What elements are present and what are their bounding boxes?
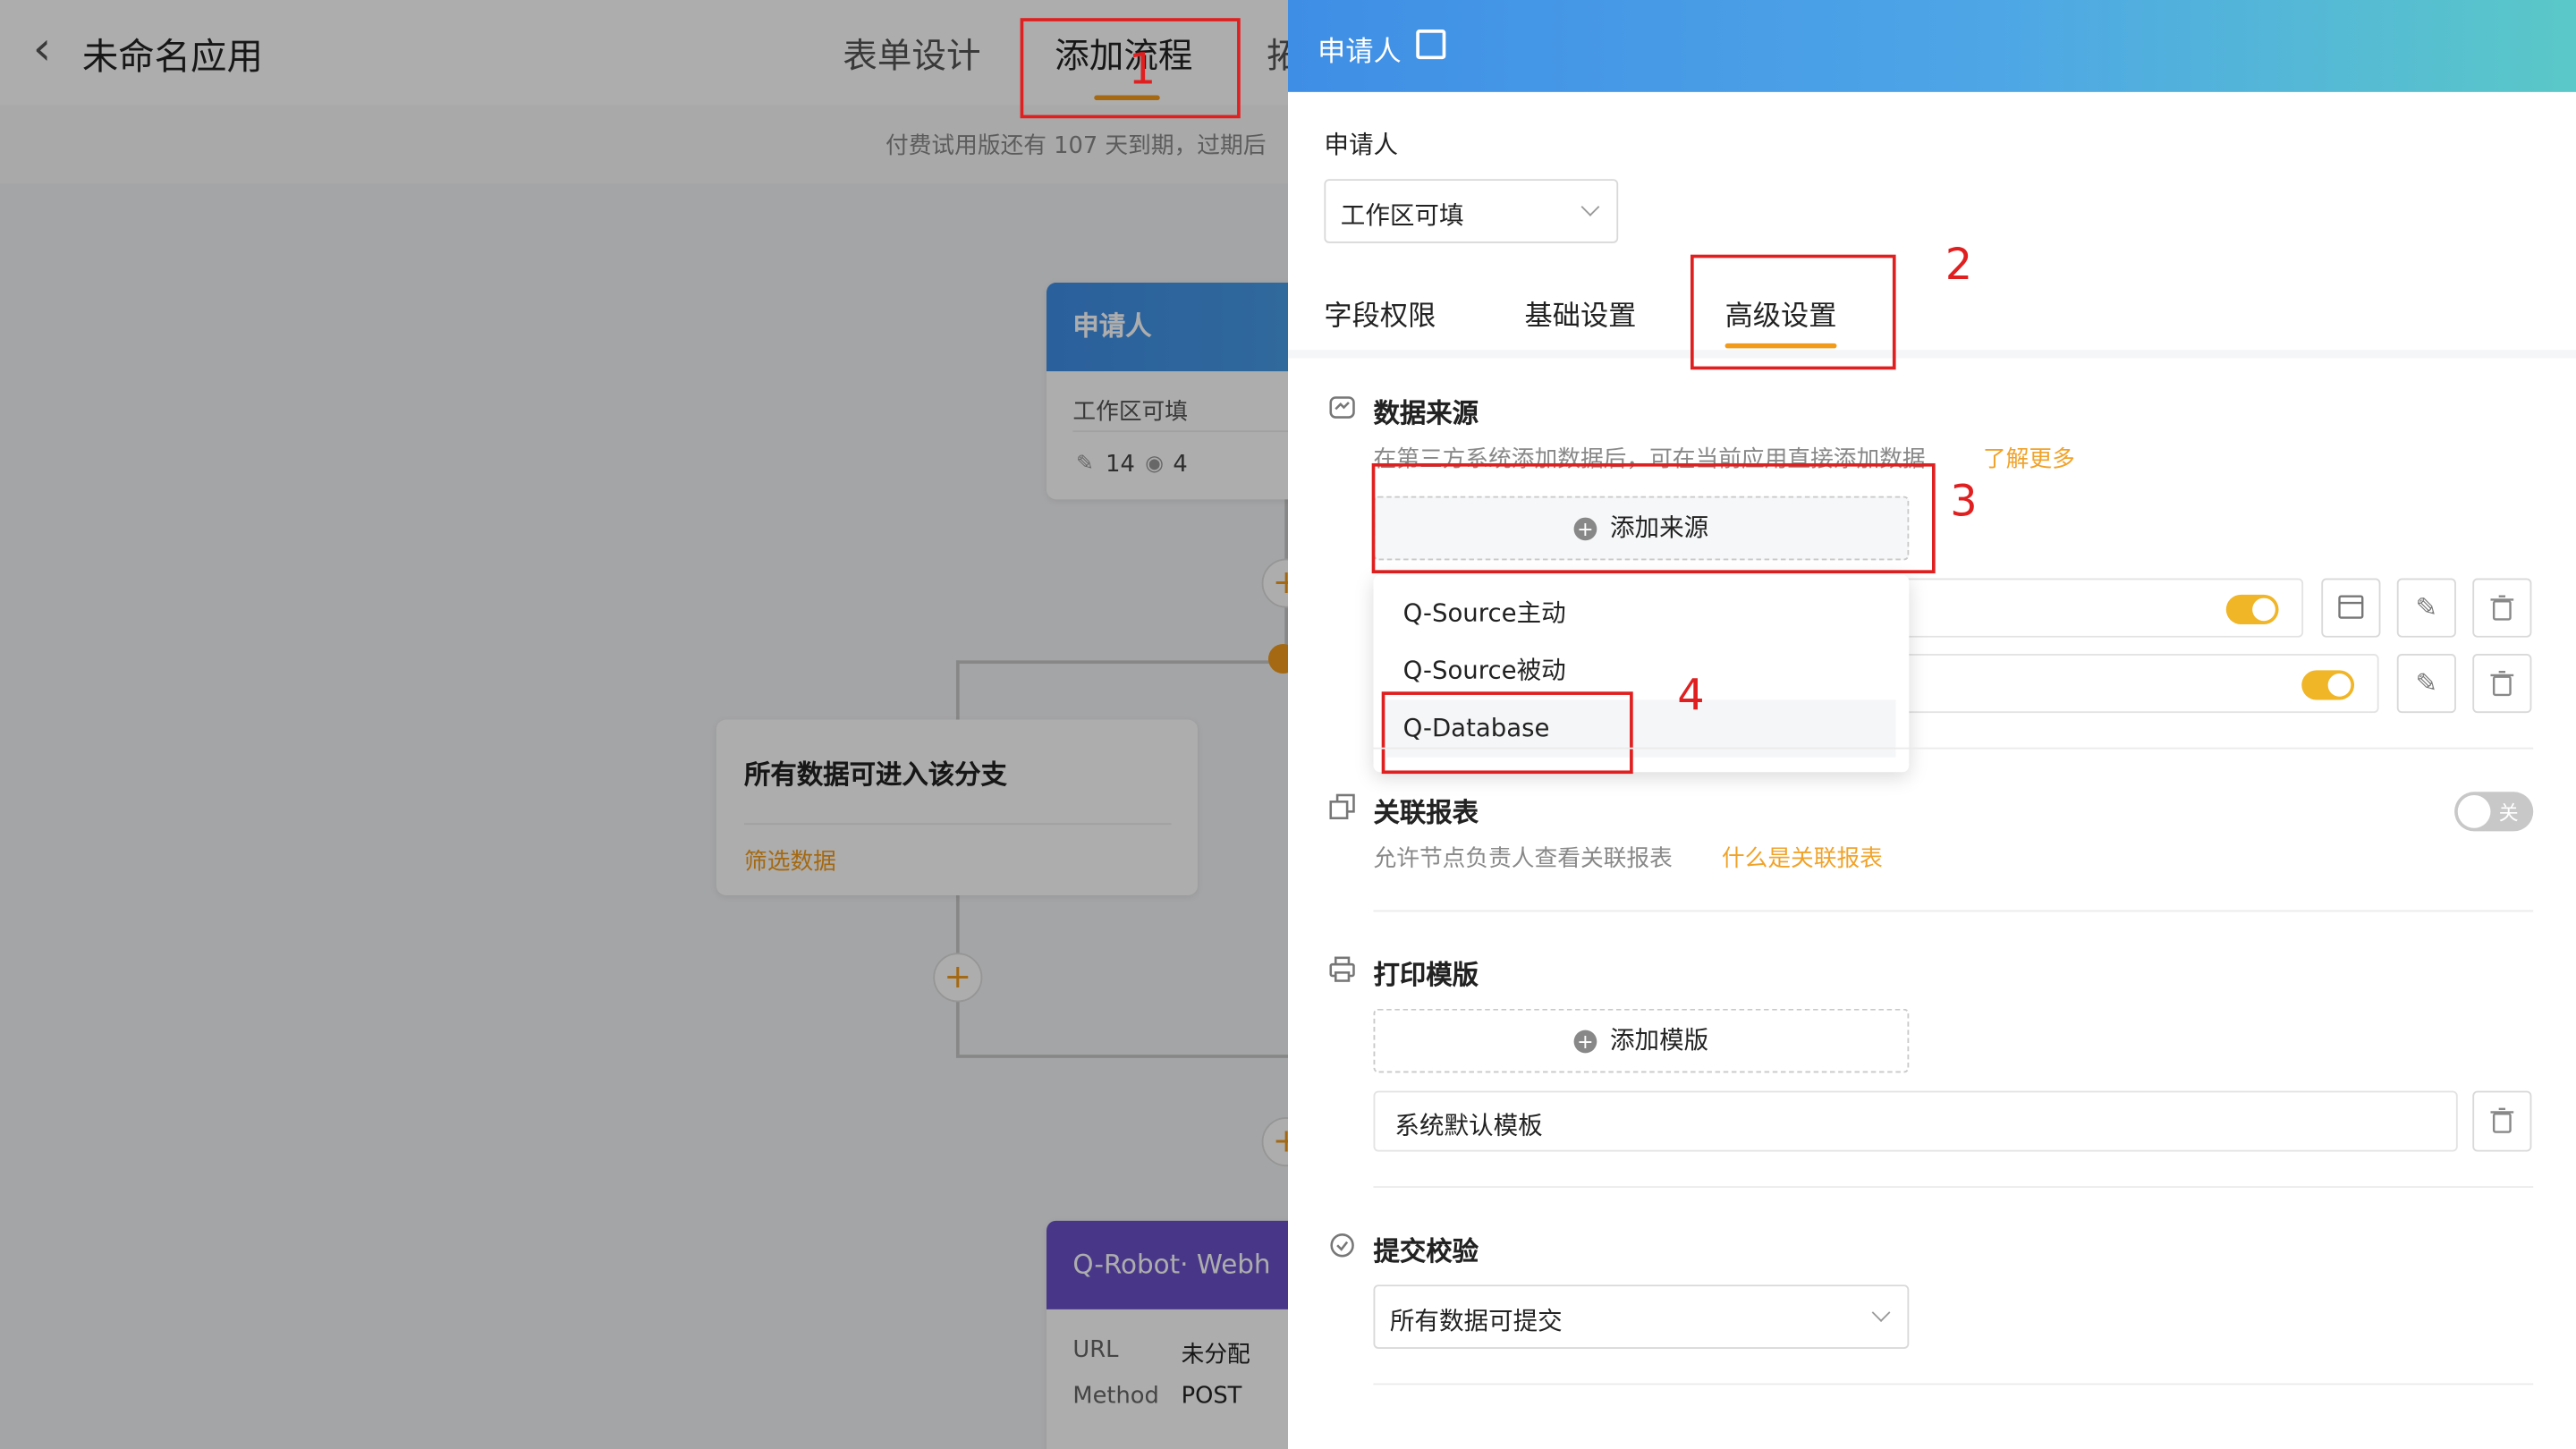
- learn-more-link[interactable]: 了解更多: [1983, 442, 2075, 475]
- source-row-2-toggle[interactable]: [2301, 670, 2355, 700]
- data-source-icon: [1329, 396, 1355, 419]
- related-report-icon: [1329, 793, 1355, 819]
- annotation-box-2: [1690, 254, 1896, 370]
- window-icon: [2338, 595, 2364, 619]
- source-row-1-edit-button[interactable]: ✎: [2396, 578, 2456, 638]
- plus-circle-icon: +: [1573, 1029, 1597, 1053]
- modal-overlay[interactable]: [0, 0, 1289, 1449]
- submit-check-select[interactable]: 所有数据可提交: [1373, 1284, 1910, 1349]
- toggle-off-label: 关: [2498, 801, 2519, 826]
- section-divider: [1373, 910, 2534, 912]
- source-row-1-window-button[interactable]: [2321, 578, 2381, 638]
- drawer-header: 申请人: [1288, 0, 2576, 92]
- edit-icon: ✎: [2415, 666, 2438, 699]
- annotation-number-2: 2: [1945, 242, 1973, 292]
- default-template-row[interactable]: 系统默认模板: [1373, 1090, 2458, 1152]
- annotation-box-3: [1371, 462, 1936, 574]
- trash-icon: [2490, 595, 2514, 621]
- menu-item-q-source-active[interactable]: Q-Source主动: [1374, 585, 1910, 642]
- chevron-down-icon: [1871, 1303, 1891, 1322]
- annotation-number-1: 1: [1128, 46, 1157, 96]
- delete-template-button[interactable]: [2472, 1090, 2532, 1152]
- applicant-type-value: 工作区可填: [1340, 200, 1464, 231]
- section-divider: [1373, 1186, 2534, 1188]
- add-template-button[interactable]: + 添加模版: [1373, 1008, 1910, 1073]
- source-row-2-edit-button[interactable]: ✎: [2396, 654, 2456, 714]
- related-report-desc: 允许节点负责人查看关联报表: [1373, 845, 1673, 873]
- tab-field-permission[interactable]: 字段权限: [1324, 292, 1436, 334]
- trash-icon: [2490, 671, 2514, 697]
- node-settings-drawer: 申请人 申请人 工作区可填 字段权限 基础设置 高级设置 2 数据来源 在第三方…: [1288, 0, 2576, 1449]
- add-template-label: 添加模版: [1609, 1025, 1709, 1055]
- edit-title-icon[interactable]: [1416, 30, 1446, 60]
- section-divider: [1373, 747, 2534, 750]
- annotation-number-4: 4: [1677, 672, 1705, 722]
- data-source-title: 数据来源: [1373, 397, 1479, 429]
- submit-check-title: 提交校验: [1373, 1235, 1479, 1267]
- printer-icon: [1329, 956, 1355, 982]
- tabs-divider: [1288, 350, 2576, 359]
- default-template-name: 系统默认模板: [1394, 1110, 1543, 1140]
- tab-basic-settings[interactable]: 基础设置: [1524, 292, 1636, 334]
- field-label: 申请人: [1324, 130, 1399, 160]
- source-row-2-delete-button[interactable]: [2472, 654, 2532, 714]
- drawer-title: 申请人: [1318, 36, 1402, 70]
- what-is-related-report-link[interactable]: 什么是关联报表: [1722, 841, 1883, 874]
- related-report-title: 关联报表: [1373, 796, 1479, 828]
- chevron-down-icon: [1580, 198, 1600, 216]
- trash-icon: [2490, 1107, 2514, 1133]
- submit-check-icon: [1330, 1233, 1354, 1258]
- submit-check-value: 所有数据可提交: [1389, 1306, 1563, 1336]
- source-row-1-delete-button[interactable]: [2472, 578, 2532, 638]
- annotation-box-4: [1381, 691, 1633, 775]
- source-row-1-toggle[interactable]: [2225, 594, 2279, 624]
- toggle-knob: [2457, 794, 2491, 828]
- print-template-title: 打印模版: [1373, 959, 1479, 991]
- annotation-number-3: 3: [1950, 478, 1978, 528]
- applicant-type-select[interactable]: 工作区可填: [1324, 179, 1619, 243]
- edit-icon: ✎: [2415, 591, 2438, 623]
- related-report-toggle[interactable]: 关: [2454, 792, 2534, 832]
- section-divider: [1373, 1383, 2534, 1385]
